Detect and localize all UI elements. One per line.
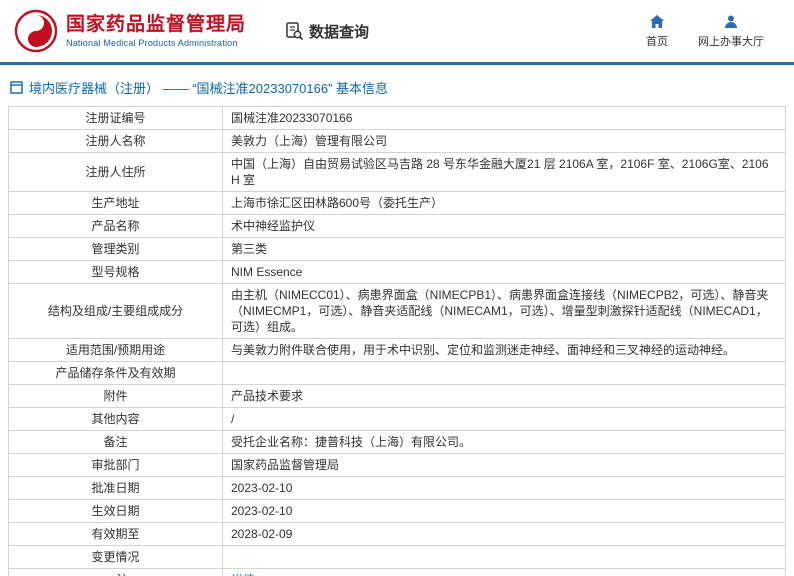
row-value: 产品技术要求 — [222, 384, 786, 408]
row-value: 第三类 — [222, 237, 786, 261]
row-label: 结构及组成/主要组成成分 — [8, 283, 223, 339]
row-value: 国家药品监督管理局 — [222, 453, 786, 477]
row-label: 备注 — [8, 430, 223, 454]
row-value: 由主机（NIMECC01）、病患界面盒（NIMECPB1）、病患界面盒连接线（N… — [222, 283, 786, 339]
row-value: 中国（上海）自由贸易试验区马吉路 28 号东华金融大厦21 层 2106A 室，… — [222, 152, 786, 192]
row-label: 有效期至 — [8, 522, 223, 546]
row-value: 2023-02-10 — [222, 476, 786, 500]
nmpa-emblem-icon — [14, 9, 58, 53]
nav-hall-label: 网上办事大厅 — [698, 35, 764, 48]
row-value — [222, 361, 786, 385]
top-nav: 首页 网上办事大厅 — [646, 14, 780, 49]
brand: 国家药品监督管理局 National Medical Products Admi… — [14, 9, 246, 53]
row-label: 附件 — [8, 384, 223, 408]
row-label: 产品储存条件及有效期 — [8, 361, 223, 385]
table-row: 型号规格 NIM Essence — [8, 260, 786, 284]
table-row: 产品名称 术中神经监护仪 — [8, 214, 786, 238]
table-row: 变更情况 — [8, 545, 786, 569]
document-search-icon — [286, 22, 304, 41]
table-row: 注册证编号 国械注准20233070166 — [8, 106, 786, 130]
row-value: 2028-02-09 — [222, 522, 786, 546]
table-row: 管理类别 第三类 — [8, 237, 786, 261]
table-row: 附件 产品技术要求 — [8, 384, 786, 408]
row-label: 变更情况 — [8, 545, 223, 569]
table-row: 审批部门 国家药品监督管理局 — [8, 453, 786, 477]
row-label: 产品名称 — [8, 214, 223, 238]
row-value: 术中神经监护仪 — [222, 214, 786, 238]
org-name-cn: 国家药品监督管理局 — [66, 14, 247, 35]
page-title-text: 境内医疗器械（注册） —— “国械注准20233070166” 基本信息 — [29, 81, 389, 96]
row-value: / — [222, 407, 786, 431]
row-label: 适用范围/预期用途 — [8, 338, 223, 362]
row-value: 受托企业名称：捷普科技（上海）有限公司。 — [222, 430, 786, 454]
nav-home-label: 首页 — [646, 35, 668, 48]
row-label: 注册证编号 — [8, 106, 223, 130]
row-label: 生产地址 — [8, 191, 223, 215]
table-row: 结构及组成/主要组成成分 由主机（NIMECC01）、病患界面盒（NIMECPB1… — [8, 283, 786, 339]
table-row: 备注 受托企业名称：捷普科技（上海）有限公司。 — [8, 430, 786, 454]
row-label: 审批部门 — [8, 453, 223, 477]
row-label: 批准日期 — [8, 476, 223, 500]
window-icon — [10, 81, 23, 94]
row-value: 国械注准20233070166 — [222, 106, 786, 130]
row-label: 型号规格 — [8, 260, 223, 284]
table-row: 注册人住所 中国（上海）自由贸易试验区马吉路 28 号东华金融大厦21 层 210… — [8, 152, 786, 192]
table-row: 产品储存条件及有效期 — [8, 361, 786, 385]
row-label: 注 — [8, 568, 223, 576]
page-title: 境内医疗器械（注册） —— “国械注准20233070166” 基本信息 — [0, 65, 794, 106]
row-value: 上海市徐汇区田林路600号（委托生产） — [222, 191, 786, 215]
table-row: 适用范围/预期用途 与美敦力附件联合使用，用于术中识别、定位和监测迷走神经、面神经… — [8, 338, 786, 362]
table-row: 注册人名称 美敦力（上海）管理有限公司 — [8, 129, 786, 153]
home-icon — [650, 14, 664, 28]
row-value: 与美敦力附件联合使用，用于术中识别、定位和监测迷走神经、面神经和三叉神经的运动神… — [222, 338, 786, 362]
data-query-text: 数据查询 — [309, 23, 370, 41]
info-table: 注册证编号 国械注准20233070166 注册人名称 美敦力（上海）管理有限公司 注册… — [8, 106, 786, 576]
table-row: 生效日期 2023-02-10 — [8, 499, 786, 523]
row-value — [222, 545, 786, 569]
nav-service-hall[interactable]: 网上办事大厅 — [698, 14, 764, 49]
row-label: 注册人住所 — [8, 152, 223, 192]
table-row: 注详情 — [8, 568, 786, 576]
table-row: 有效期至 2028-02-09 — [8, 522, 786, 546]
row-label: 其他内容 — [8, 407, 223, 431]
row-value: 美敦力（上海）管理有限公司 — [222, 129, 786, 153]
row-label: 生效日期 — [8, 499, 223, 523]
header: 国家药品监督管理局 National Medical Products Admi… — [0, 0, 794, 62]
table-row: 生产地址 上海市徐汇区田林路600号（委托生产） — [8, 191, 786, 215]
row-value: 2023-02-10 — [222, 499, 786, 523]
person-icon — [725, 15, 737, 28]
row-label: 注册人名称 — [8, 129, 223, 153]
data-query-label: 数据查询 — [284, 21, 369, 42]
row-value: NIM Essence — [222, 260, 786, 284]
table-row: 批准日期 2023-02-10 — [8, 476, 786, 500]
org-name-en: National Medical Products Administration — [66, 38, 238, 48]
nav-home[interactable]: 首页 — [646, 14, 668, 49]
table-row: 其他内容 / — [8, 407, 786, 431]
row-label: 管理类别 — [8, 237, 223, 261]
row-value: 详情 — [222, 568, 786, 576]
info-table-body: 注册证编号 国械注准20233070166 注册人名称 美敦力（上海）管理有限公司 注册… — [8, 106, 786, 576]
